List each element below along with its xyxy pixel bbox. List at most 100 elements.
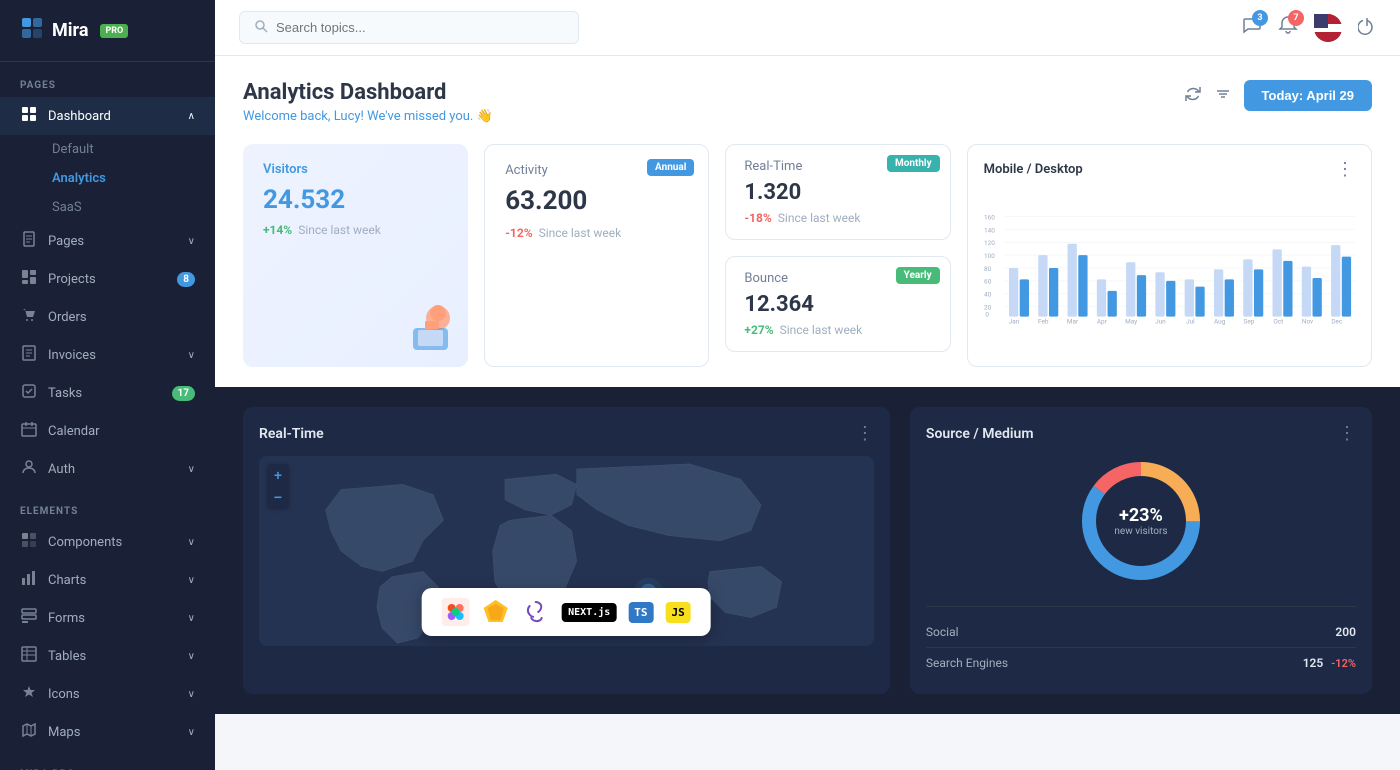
- sidebar-item-icons[interactable]: Icons ∨: [0, 675, 215, 713]
- sidebar-item-charts[interactable]: Charts ∨: [0, 561, 215, 599]
- realtime-menu-button[interactable]: ⋮: [856, 423, 874, 444]
- activity-badge: Annual: [647, 159, 694, 176]
- chevron-down-icon-8: ∨: [188, 689, 195, 700]
- components-label: Components: [48, 535, 122, 550]
- page-content: Analytics Dashboard Welcome back, Lucy! …: [215, 56, 1400, 770]
- realtime-badge: Monthly: [887, 155, 940, 172]
- sidebar-item-invoices[interactable]: Invoices ∨: [0, 336, 215, 374]
- page-title-area: Analytics Dashboard Welcome back, Lucy! …: [243, 80, 493, 124]
- chart-menu-button[interactable]: ⋮: [1336, 159, 1355, 180]
- activity-change: -12% Since last week: [505, 226, 688, 240]
- pages-label: Pages: [48, 234, 84, 249]
- notifications-button[interactable]: 7: [1278, 15, 1298, 40]
- main-content: 3 7: [215, 0, 1400, 770]
- visitors-change: +14% Since last week: [263, 223, 448, 237]
- chevron-down-icon-9: ∨: [188, 727, 195, 738]
- chevron-down-icon: ∨: [188, 236, 195, 247]
- calendar-icon: [20, 421, 38, 441]
- notifications-badge: 7: [1288, 10, 1304, 26]
- source-medium-card: Source / Medium ⋮: [910, 407, 1372, 694]
- sidebar-item-dashboard[interactable]: Dashboard ∧: [0, 97, 215, 135]
- sidebar-item-auth[interactable]: Auth ∨: [0, 450, 215, 488]
- sidebar-item-pages[interactable]: Pages ∨: [0, 222, 215, 260]
- realtime-value: 1.320: [744, 180, 931, 205]
- svg-text:Feb: Feb: [1038, 318, 1049, 326]
- dashboard-label: Dashboard: [48, 109, 111, 124]
- page-header: Analytics Dashboard Welcome back, Lucy! …: [243, 80, 1372, 124]
- chat-button[interactable]: 3: [1242, 15, 1262, 40]
- svg-text:Sep: Sep: [1243, 318, 1254, 326]
- header-actions: Today: April 29: [1184, 80, 1372, 111]
- svg-text:Aug: Aug: [1214, 318, 1226, 326]
- donut-chart-container: +23% new visitors: [926, 456, 1356, 586]
- search-box[interactable]: [239, 11, 579, 44]
- forms-icon: [20, 608, 38, 628]
- donut-percent: +23%: [1114, 505, 1167, 526]
- orders-icon: [20, 307, 38, 327]
- sidebar-item-orders[interactable]: Orders: [0, 298, 215, 336]
- orders-label: Orders: [48, 310, 87, 325]
- sidebar-item-tasks[interactable]: Tasks 17: [0, 374, 215, 412]
- bottom-section: Real-Time ⋮ + −: [215, 387, 1400, 714]
- typescript-logo: TS: [628, 602, 653, 623]
- svg-text:May: May: [1125, 318, 1137, 326]
- chevron-down-icon-3: ∨: [188, 464, 195, 475]
- tasks-icon: [20, 383, 38, 403]
- svg-text:140: 140: [984, 226, 995, 234]
- source-social-value: 200: [1335, 625, 1356, 639]
- auth-icon: [20, 459, 38, 479]
- sidebar-item-saas[interactable]: SaaS: [20, 193, 215, 222]
- language-selector[interactable]: [1314, 14, 1342, 42]
- projects-badge: 8: [177, 272, 195, 287]
- visitors-illustration: [383, 283, 463, 367]
- forms-label: Forms: [48, 611, 85, 626]
- icons-icon: [20, 684, 38, 704]
- sidebar-item-default[interactable]: Default: [20, 135, 215, 164]
- search-input[interactable]: [276, 20, 564, 35]
- map-zoom-out-button[interactable]: −: [267, 486, 289, 508]
- search-icon: [254, 18, 268, 37]
- realtime-change: -18% Since last week: [744, 211, 931, 225]
- sidebar-item-forms[interactable]: Forms ∨: [0, 599, 215, 637]
- mira-pro-section-label: MIRA PRO: [0, 751, 215, 770]
- refresh-button[interactable]: [1184, 85, 1202, 107]
- activity-change-pct: -12%: [505, 226, 532, 240]
- tech-logos-card: NEXT.js TS JS: [422, 588, 711, 636]
- sidebar-item-calendar[interactable]: Calendar: [0, 412, 215, 450]
- svg-text:40: 40: [984, 291, 992, 299]
- svg-text:Jul: Jul: [1186, 318, 1195, 326]
- projects-icon: [20, 269, 38, 289]
- realtime-bounce-column: Real-Time Monthly 1.320 -18% Since last …: [725, 144, 950, 367]
- filter-button[interactable]: [1214, 85, 1232, 107]
- auth-label: Auth: [48, 462, 75, 477]
- sketch-logo: [482, 598, 510, 626]
- app-name: Mira: [52, 20, 88, 41]
- donut-wrapper: +23% new visitors: [1076, 456, 1206, 586]
- visitors-card: Visitors 24.532 +14% Since last week: [243, 144, 468, 367]
- svg-text:Dec: Dec: [1331, 318, 1343, 326]
- topbar: 3 7: [215, 0, 1400, 56]
- today-button[interactable]: Today: April 29: [1244, 80, 1372, 111]
- svg-text:100: 100: [984, 252, 995, 260]
- logo[interactable]: Mira PRO: [0, 0, 215, 62]
- redux-logo: [522, 598, 550, 626]
- svg-text:Mar: Mar: [1067, 318, 1079, 326]
- source-menu-button[interactable]: ⋮: [1338, 423, 1356, 444]
- source-search-value: 125: [1303, 656, 1324, 670]
- topbar-actions: 3 7: [1242, 14, 1376, 42]
- grid-icon: [20, 106, 38, 126]
- top-section: Analytics Dashboard Welcome back, Lucy! …: [215, 56, 1400, 387]
- map-zoom-in-button[interactable]: +: [267, 464, 289, 486]
- sidebar-item-components[interactable]: Components ∨: [0, 523, 215, 561]
- sidebar-item-analytics[interactable]: Analytics: [20, 164, 215, 193]
- invoices-icon: [20, 345, 38, 365]
- source-social-label: Social: [926, 625, 959, 639]
- sidebar-item-tables[interactable]: Tables ∨: [0, 637, 215, 675]
- sidebar-item-projects[interactable]: Projects 8: [0, 260, 215, 298]
- chevron-down-icon-4: ∨: [188, 537, 195, 548]
- power-button[interactable]: [1358, 17, 1376, 39]
- source-search-values: 125 -12%: [1303, 656, 1356, 670]
- sidebar-item-maps[interactable]: Maps ∨: [0, 713, 215, 751]
- realtime-map-card: Real-Time ⋮ + −: [243, 407, 890, 694]
- svg-text:Nov: Nov: [1301, 318, 1312, 326]
